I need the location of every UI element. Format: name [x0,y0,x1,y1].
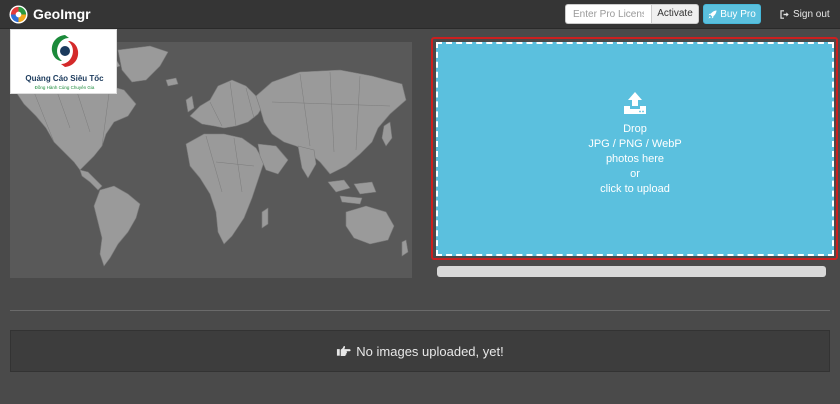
brand[interactable]: GeoImgr [9,5,91,24]
dropzone-text-click: click to upload [600,182,670,195]
uploaded-images-panel: No images uploaded, yet! [10,330,830,372]
sign-out-label: Sign out [793,8,830,20]
map-pin-icon [9,5,28,24]
photo-upload-dropzone[interactable]: Drop JPG / PNG / WebP photos here or cli… [436,42,834,256]
swirl-logo-icon [51,35,79,67]
brand-logo-badge: Quảng Cáo Siêu Tốc Đồng Hành Cùng Chuyên… [10,29,117,94]
dropzone-text-formats: JPG / PNG / WebP [588,137,682,150]
activate-button[interactable]: Activate [651,4,699,24]
buy-pro-label: Buy Pro [720,8,756,20]
upload-progress-bar [437,266,826,277]
dropzone-text-photos: photos here [605,152,665,165]
section-divider [10,310,830,311]
dropzone-text-drop: Drop [623,122,647,135]
logo-subtitle: Đồng Hành Cùng Chuyên Gia [34,85,95,90]
empty-state-message: No images uploaded, yet! [356,343,504,359]
sign-out-icon [780,9,789,19]
hand-pointing-icon [337,345,351,356]
logo-title: Quảng Cáo Siêu Tốc [25,74,104,83]
upload-icon [624,91,646,114]
top-navbar: GeoImgr Activate Buy Pro Sign out [0,0,840,29]
buy-pro-button[interactable]: Buy Pro [703,4,761,24]
sign-out-link[interactable]: Sign out [780,4,830,24]
dropzone-text-or: or [630,167,640,180]
rocket-icon [708,9,717,19]
brand-name: GeoImgr [33,6,91,22]
pro-license-input[interactable] [565,4,651,24]
